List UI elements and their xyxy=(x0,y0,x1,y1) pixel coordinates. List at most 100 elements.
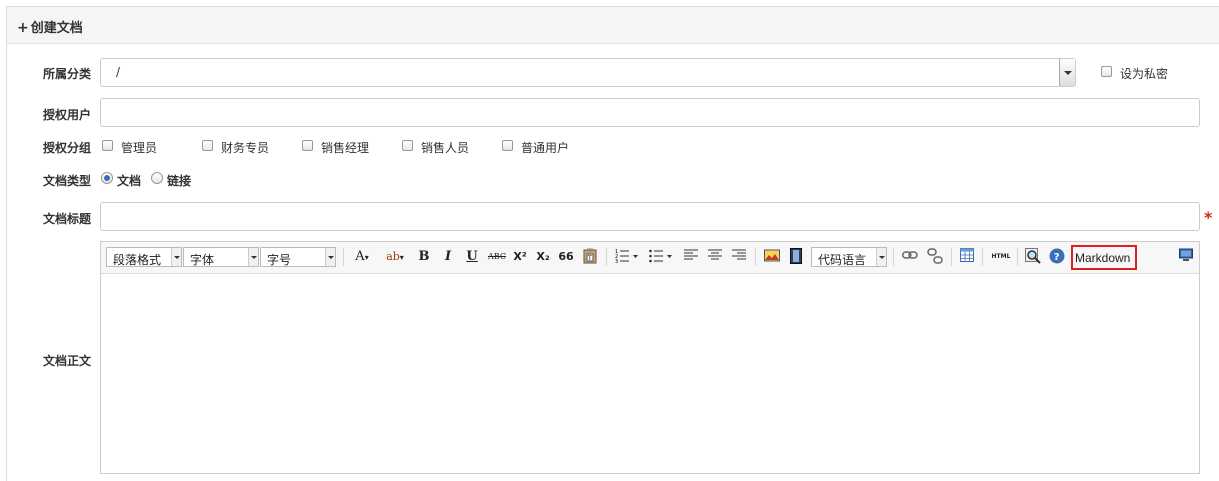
private-label: 设为私密 xyxy=(1120,67,1169,81)
panel-title: + 创建文档 xyxy=(17,17,83,36)
underline-button[interactable]: U xyxy=(465,248,479,266)
font-family-label: 字体 xyxy=(190,253,215,267)
superscript-button[interactable]: X² xyxy=(512,248,528,266)
code-language-label: 代码语言 xyxy=(818,253,867,267)
svg-text:T: T xyxy=(587,255,592,262)
strikethrough-button[interactable]: ABC xyxy=(486,248,508,266)
html-source-button[interactable]: HTML xyxy=(989,248,1013,266)
editor-toolbar: 段落格式 字体 字号 A▾ ab▾ B I U ABC X² X₂ 66 T 1… xyxy=(101,242,1199,274)
ordered-list-icon: 123 xyxy=(615,249,638,265)
doc-body-label: 文档正文 xyxy=(43,354,92,368)
italic-button[interactable]: I xyxy=(441,248,455,266)
panel-title-text: 创建文档 xyxy=(30,21,83,36)
insert-image-button[interactable] xyxy=(763,248,781,266)
image-icon xyxy=(764,249,780,262)
unordered-list-button[interactable] xyxy=(649,248,675,266)
private-checkbox[interactable] xyxy=(1101,66,1112,77)
quote-icon: 66 xyxy=(558,250,574,263)
rich-text-editor[interactable]: 段落格式 字体 字号 A▾ ab▾ B I U ABC X² X₂ 66 T 1… xyxy=(100,241,1200,474)
category-select[interactable]: / xyxy=(100,58,1076,87)
chevron-down-icon[interactable] xyxy=(1059,59,1075,86)
plus-icon: + xyxy=(17,20,29,36)
unlink-button[interactable] xyxy=(926,248,944,266)
svg-text:?: ? xyxy=(1054,252,1060,263)
toolbar-separator xyxy=(893,248,894,266)
bold-icon: B xyxy=(418,249,430,264)
paste-icon: T xyxy=(583,248,597,264)
paragraph-format-select[interactable]: 段落格式 xyxy=(106,247,182,267)
unordered-list-icon xyxy=(649,249,672,263)
auth-groups-label: 授权分组 xyxy=(43,141,92,155)
insert-table-button[interactable] xyxy=(959,248,975,266)
fullscreen-button[interactable] xyxy=(1178,248,1194,266)
superscript-icon: X² xyxy=(513,250,527,263)
toolbar-separator xyxy=(343,248,344,266)
ordered-list-button[interactable]: 123 xyxy=(615,248,641,266)
monitor-icon xyxy=(1179,248,1193,261)
subscript-icon: X₂ xyxy=(536,250,550,263)
category-value: / xyxy=(116,65,121,79)
video-icon xyxy=(790,248,802,264)
align-right-icon xyxy=(732,249,746,260)
group-checkbox-finance[interactable] xyxy=(202,140,213,151)
strikethrough-icon: ABC xyxy=(488,252,506,261)
align-center-button[interactable] xyxy=(707,248,723,266)
blockquote-button[interactable]: 66 xyxy=(558,248,574,266)
doc-type-radio-document[interactable] xyxy=(101,172,113,184)
group-checkbox-admin[interactable] xyxy=(102,140,113,151)
auth-users-input[interactable] xyxy=(100,98,1200,127)
group-checkbox-regular-user[interactable] xyxy=(502,140,513,151)
chevron-down-icon xyxy=(325,248,335,266)
italic-icon: I xyxy=(444,249,452,264)
code-language-select[interactable]: 代码语言 xyxy=(811,247,887,267)
editor-content-area[interactable] xyxy=(101,274,1199,473)
group-label-sales-manager: 销售经理 xyxy=(321,141,370,155)
toolbar-separator xyxy=(951,248,952,266)
align-left-button[interactable] xyxy=(683,248,699,266)
paragraph-format-label: 段落格式 xyxy=(113,253,162,267)
highlight-button[interactable]: ab▾ xyxy=(383,248,407,266)
preview-button[interactable] xyxy=(1024,248,1042,266)
bold-button[interactable]: B xyxy=(417,248,431,266)
group-label-finance: 财务专员 xyxy=(221,141,270,155)
font-family-select[interactable]: 字体 xyxy=(183,247,259,267)
font-size-select[interactable]: 字号 xyxy=(260,247,336,267)
highlight-icon: ab xyxy=(386,250,400,263)
subscript-button[interactable]: X₂ xyxy=(535,248,551,266)
group-checkbox-sales-manager[interactable] xyxy=(302,140,313,151)
toolbar-separator xyxy=(982,248,983,266)
panel-header: + 创建文档 xyxy=(7,7,1219,44)
chevron-down-icon xyxy=(876,248,886,266)
help-button[interactable]: ? xyxy=(1048,248,1066,266)
toolbar-separator xyxy=(1017,248,1018,266)
link-icon xyxy=(902,251,918,259)
toolbar-separator xyxy=(606,248,607,266)
chevron-down-icon xyxy=(171,248,181,266)
doc-title-input[interactable] xyxy=(100,202,1200,231)
group-label-admin: 管理员 xyxy=(121,141,158,155)
doc-type-radio-link[interactable] xyxy=(151,172,163,184)
insert-link-button[interactable] xyxy=(901,248,919,266)
font-color-button[interactable]: A▾ xyxy=(351,248,373,266)
group-label-regular-user: 普通用户 xyxy=(521,141,570,155)
group-checkbox-sales-staff[interactable] xyxy=(402,140,413,151)
doc-type-label: 文档类型 xyxy=(43,174,92,188)
doc-title-label: 文档标题 xyxy=(43,212,92,226)
markdown-toggle-button[interactable]: Markdown xyxy=(1071,245,1137,270)
auth-users-label: 授权用户 xyxy=(43,108,92,122)
table-icon xyxy=(960,248,974,262)
underline-icon: U xyxy=(466,249,478,264)
chevron-down-icon xyxy=(248,248,258,266)
insert-video-button[interactable] xyxy=(789,248,803,266)
unlink-icon xyxy=(927,248,943,264)
svg-text:3: 3 xyxy=(615,259,618,264)
align-right-button[interactable] xyxy=(731,248,747,266)
align-left-icon xyxy=(684,249,698,260)
doc-type-option-link: 链接 xyxy=(167,174,192,188)
magnifier-icon xyxy=(1025,248,1041,264)
category-label: 所属分类 xyxy=(43,67,92,81)
markdown-label: Markdown xyxy=(1075,251,1131,265)
help-icon: ? xyxy=(1049,248,1065,264)
doc-type-option-document: 文档 xyxy=(117,174,142,188)
paste-text-button[interactable]: T xyxy=(582,248,598,266)
